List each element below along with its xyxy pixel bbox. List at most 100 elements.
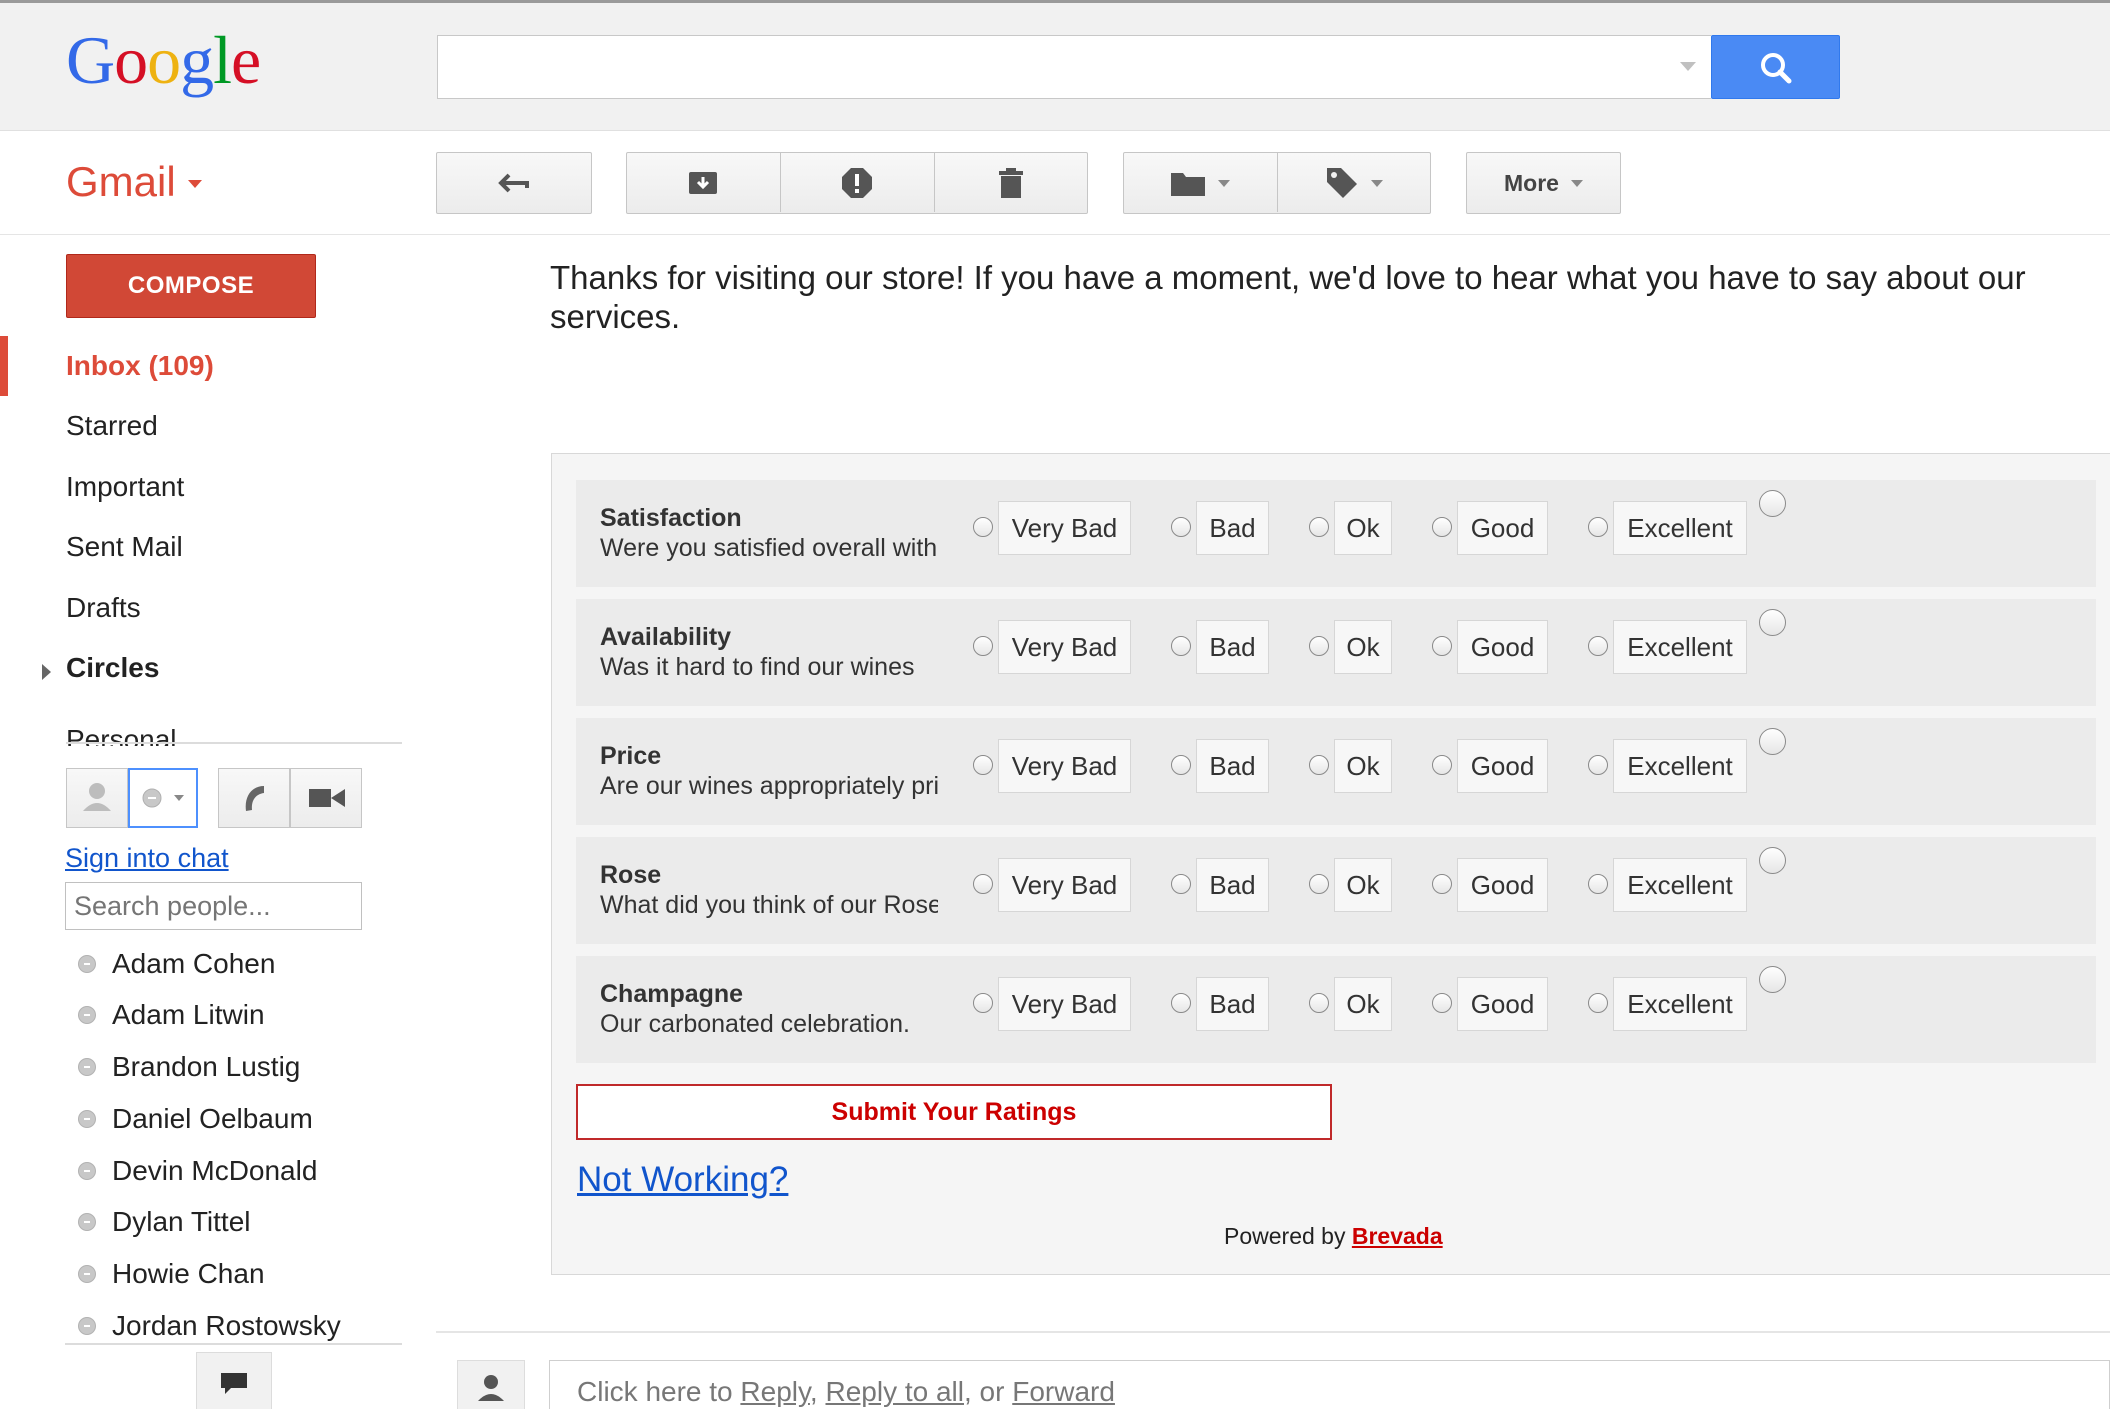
radio-good[interactable] <box>1432 636 1452 656</box>
reply-sep: , <box>809 1376 818 1407</box>
radio-bad[interactable] <box>1171 636 1191 656</box>
option-label[interactable]: Good <box>1457 858 1548 912</box>
radio-excellent[interactable] <box>1588 874 1608 894</box>
contact-item[interactable]: Brandon Lustig <box>78 1051 300 1083</box>
radio-good[interactable] <box>1432 755 1452 775</box>
option-label[interactable]: Ok <box>1334 977 1392 1031</box>
radio-ok[interactable] <box>1309 755 1329 775</box>
option-label[interactable]: Bad <box>1196 739 1269 793</box>
option-label[interactable]: Excellent <box>1613 858 1747 912</box>
option-label[interactable]: Bad <box>1196 977 1269 1031</box>
archive-button[interactable] <box>626 152 780 214</box>
radio-ok[interactable] <box>1309 636 1329 656</box>
option-label[interactable]: Good <box>1457 739 1548 793</box>
not-working-link[interactable]: Not Working? <box>577 1160 788 1200</box>
contact-item[interactable]: Howie Chan <box>78 1258 265 1290</box>
video-call-button[interactable] <box>290 768 362 828</box>
radio-ok[interactable] <box>1309 517 1329 537</box>
radio-very-bad[interactable] <box>973 517 993 537</box>
radio-bad[interactable] <box>1171 993 1191 1013</box>
option-label[interactable]: Ok <box>1334 501 1392 555</box>
option-label[interactable]: Very Bad <box>998 977 1131 1031</box>
radio-good[interactable] <box>1432 993 1452 1013</box>
option-label[interactable]: Excellent <box>1613 620 1747 674</box>
gmail-menu-label[interactable]: Gmail <box>66 158 176 206</box>
radio-extra[interactable] <box>1759 847 1786 874</box>
option-label[interactable]: Very Bad <box>998 858 1131 912</box>
search-button[interactable] <box>1711 35 1840 99</box>
option-label[interactable]: Good <box>1457 620 1548 674</box>
sidebar-item-sent-mail[interactable]: Sent Mail <box>66 531 183 563</box>
option-label[interactable]: Ok <box>1334 739 1392 793</box>
sidebar-item-inbox[interactable]: Inbox (109) <box>66 350 214 382</box>
search-input[interactable] <box>437 35 1711 99</box>
option-label[interactable]: Excellent <box>1613 739 1747 793</box>
sidebar-item-important[interactable]: Important <box>66 471 184 503</box>
contact-item[interactable]: Jordan Rostowsky <box>78 1310 341 1342</box>
forward-link[interactable]: Forward <box>1012 1376 1115 1407</box>
radio-good[interactable] <box>1432 517 1452 537</box>
search-options-caret-icon[interactable] <box>1680 62 1696 71</box>
option-label[interactable]: Ok <box>1334 620 1392 674</box>
option-label[interactable]: Good <box>1457 501 1548 555</box>
option-label[interactable]: Bad <box>1196 858 1269 912</box>
chat-status-selector[interactable] <box>128 768 198 828</box>
radio-extra[interactable] <box>1759 728 1786 755</box>
more-button[interactable]: More <box>1466 152 1621 214</box>
chevron-down-icon[interactable] <box>188 180 202 188</box>
google-logo[interactable]: Google <box>66 26 261 94</box>
option-label[interactable]: Good <box>1457 977 1548 1031</box>
radio-bad[interactable] <box>1171 755 1191 775</box>
delete-button[interactable] <box>934 152 1088 214</box>
compose-button[interactable]: COMPOSE <box>66 254 316 318</box>
option-label[interactable]: Bad <box>1196 501 1269 555</box>
report-spam-button[interactable] <box>780 152 934 214</box>
radio-bad[interactable] <box>1171 874 1191 894</box>
contact-item[interactable]: Adam Litwin <box>78 999 265 1031</box>
contact-item[interactable]: Devin McDonald <box>78 1155 317 1187</box>
radio-excellent[interactable] <box>1588 517 1608 537</box>
option-label[interactable]: Excellent <box>1613 501 1747 555</box>
contact-item[interactable]: Dylan Tittel <box>78 1206 251 1238</box>
contact-item[interactable]: Daniel Oelbaum <box>78 1103 313 1135</box>
back-button[interactable] <box>436 152 592 214</box>
radio-extra[interactable] <box>1759 490 1786 517</box>
submit-ratings-button[interactable]: Submit Your Ratings <box>576 1084 1332 1140</box>
search-people-input[interactable] <box>65 882 362 930</box>
radio-excellent[interactable] <box>1588 993 1608 1013</box>
chat-tab[interactable] <box>196 1352 272 1409</box>
brevada-link[interactable]: Brevada <box>1352 1223 1443 1249</box>
radio-bad[interactable] <box>1171 517 1191 537</box>
sidebar-item-drafts[interactable]: Drafts <box>66 592 141 624</box>
radio-very-bad[interactable] <box>973 874 993 894</box>
radio-ok[interactable] <box>1309 874 1329 894</box>
radio-excellent[interactable] <box>1588 636 1608 656</box>
expand-triangle-icon[interactable] <box>42 664 51 680</box>
radio-very-bad[interactable] <box>973 636 993 656</box>
radio-very-bad[interactable] <box>973 993 993 1013</box>
chat-avatar[interactable] <box>66 768 128 828</box>
sign-into-chat-link[interactable]: Sign into chat <box>65 843 229 874</box>
radio-very-bad[interactable] <box>973 755 993 775</box>
radio-ok[interactable] <box>1309 993 1329 1013</box>
radio-extra[interactable] <box>1759 609 1786 636</box>
radio-excellent[interactable] <box>1588 755 1608 775</box>
radio-good[interactable] <box>1432 874 1452 894</box>
radio-extra[interactable] <box>1759 966 1786 993</box>
question-subtitle: Was it hard to find our wines <box>600 653 915 681</box>
offline-status-icon <box>78 1213 96 1231</box>
option-label[interactable]: Very Bad <box>998 501 1131 555</box>
sidebar-item-starred[interactable]: Starred <box>66 410 158 442</box>
contact-item[interactable]: Adam Cohen <box>78 948 275 980</box>
option-label[interactable]: Very Bad <box>998 620 1131 674</box>
reply-link[interactable]: Reply <box>740 1376 810 1407</box>
labels-button[interactable] <box>1277 152 1431 214</box>
option-label[interactable]: Ok <box>1334 858 1392 912</box>
option-label[interactable]: Bad <box>1196 620 1269 674</box>
option-label[interactable]: Excellent <box>1613 977 1747 1031</box>
reply-all-link[interactable]: Reply to all <box>825 1376 964 1407</box>
sidebar-item-circles[interactable]: Circles <box>66 652 159 684</box>
move-to-button[interactable] <box>1123 152 1277 214</box>
call-button[interactable] <box>218 768 290 828</box>
option-label[interactable]: Very Bad <box>998 739 1131 793</box>
